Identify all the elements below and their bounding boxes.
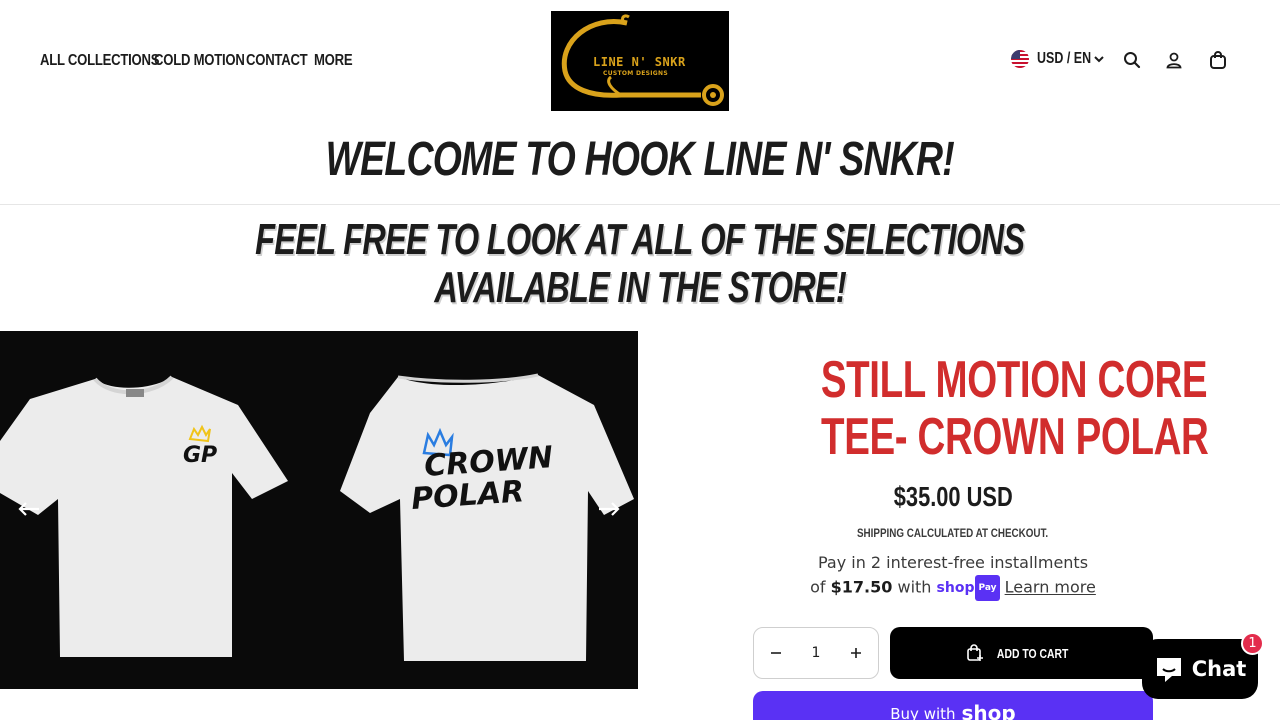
account-icon [1166,52,1182,69]
chevron-down-icon [1094,56,1104,63]
nav-item-more[interactable]: MORE [314,52,353,70]
locale-label: USD / EN [1037,50,1092,67]
shipping-note: SHIPPING CALCULATED AT CHECKOUT. [753,522,1153,541]
main-nav: ALL COLLECTIONS COLD MOTION CONTACT MORE [40,50,354,70]
divider [0,204,1280,205]
shipping-text: SHIPPING CALCULATED AT CHECKOUT. [857,526,1049,540]
nav-item-cold-motion[interactable]: COLD MOTION [154,52,245,70]
buy-with-label: Buy with [890,705,956,720]
minus-icon [771,652,781,654]
tshirt-image: GP CROWN POLAR [0,373,634,661]
installments-line-1: Pay in 2 interest-free installments [817,553,1089,572]
quantity-increase-button[interactable] [846,643,866,663]
quantity-stepper: 1 [753,627,879,679]
shop-pay-pay: Pay [975,575,1000,601]
subtitle-line-1: FEEL FREE TO LOOK AT ALL OF THE SELECTIO… [255,215,1025,264]
cart-button[interactable] [1206,48,1230,72]
subtitle-line-2: AVAILABLE IN THE STORE! [434,263,846,312]
product-image-gallery[interactable]: GP CROWN POLAR [0,331,638,689]
installment-amount: $17.50 [830,577,893,597]
us-flag-icon [1011,50,1029,68]
price-text: $35.00 USD [893,481,1013,512]
arrow-left-icon [18,502,39,516]
previous-image-button[interactable] [14,494,44,524]
product-title-line-1: STILL MOTION CORE [820,351,1208,409]
chat-button[interactable]: Chat [1142,639,1258,699]
buy-with-shop-button[interactable]: Buy with shop [753,691,1153,720]
quantity-input[interactable]: 1 [812,645,821,661]
chat-unread-badge: 1 [1241,632,1264,655]
shop-pay-logo: shop Pay [937,575,1000,601]
product-price: $35.00 USD [753,481,1153,513]
quantity-decrease-button[interactable] [766,643,786,663]
nav-item-contact[interactable]: CONTACT [246,52,308,70]
plus-icon [850,648,861,658]
logo-title: LINE N' SNKR [593,55,686,69]
store-logo[interactable]: LINE N' SNKR CUSTOM DESIGNS [551,11,729,111]
welcome-heading: WELCOME TO HOOK LINE N' SNKR! [0,132,1280,187]
account-button[interactable] [1162,48,1186,72]
installments-of: of [810,577,826,597]
product-title-line-2: TEE- CROWN POLAR [821,408,1209,466]
add-to-cart-label: ADD TO CART [996,645,1069,661]
chat-label: Chat [1191,657,1247,681]
welcome-text: WELCOME TO HOOK LINE N' SNKR! [325,133,955,186]
currency-language-selector[interactable]: USD / EN [1011,50,1105,68]
next-image-button[interactable] [594,494,624,524]
product-title: STILL MOTION CORE TEE- CROWN POLAR [753,352,1209,466]
search-icon [1124,52,1141,69]
shop-pay-word: shop [936,580,975,596]
cart-icon [1210,51,1226,69]
shop-brand-label: shop [961,701,1016,720]
site-header: ALL COLLECTIONS COLD MOTION CONTACT MORE… [0,0,1280,122]
installments-line-2: of $17.50 with shop Pay Learn more [753,575,1153,601]
nav-item-all-collections[interactable]: ALL COLLECTIONS [40,52,160,70]
search-button[interactable] [1120,48,1144,72]
logo-subtitle: CUSTOM DESIGNS [603,70,668,77]
chat-bubble-icon [1156,658,1181,682]
front-print-text: GP [183,443,217,468]
installments-banner: Pay in 2 interest-free installments of $… [753,551,1153,601]
learn-more-link[interactable]: Learn more [1005,578,1096,597]
bag-plus-icon [967,644,983,661]
add-to-cart-button[interactable]: ADD TO CART [890,627,1153,679]
installments-with: with [897,577,932,597]
store-subtitle: FEEL FREE TO LOOK AT ALL OF THE SELECTIO… [0,216,1280,312]
arrow-right-icon [599,502,620,516]
